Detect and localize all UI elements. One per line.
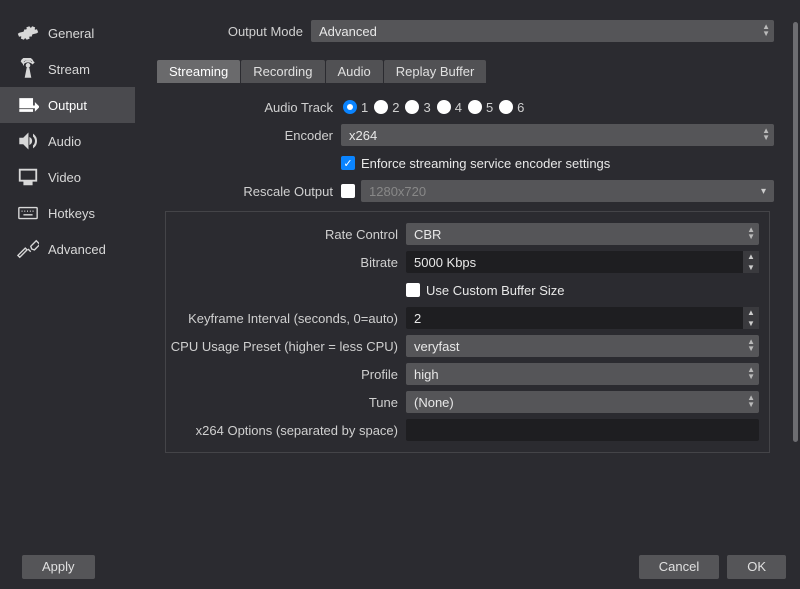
cpu-preset-label: CPU Usage Preset (higher = less CPU) [166,339,406,354]
profile-select[interactable]: high ▲▼ [406,363,759,385]
rate-control-label: Rate Control [166,227,406,242]
tab-streaming[interactable]: Streaming [157,60,240,83]
radio-track-1[interactable]: 1 [343,100,368,115]
enforce-checkbox[interactable] [341,156,355,170]
sidebar-item-label: Hotkeys [48,206,95,221]
sidebar-item-label: Video [48,170,81,185]
gear-icon [16,21,40,45]
tools-icon [16,237,40,261]
tab-recording[interactable]: Recording [241,60,324,83]
tab-audio[interactable]: Audio [326,60,383,83]
main-panel: Output Mode Advanced ▲▼ Streaming Record… [135,0,800,544]
bitrate-spinbox[interactable]: 5000 Kbps ▲▼ [406,251,759,273]
radio-track-2[interactable]: 2 [374,100,399,115]
encoder-label: Encoder [161,128,341,143]
output-mode-label: Output Mode [161,24,311,39]
radio-track-6[interactable]: 6 [499,100,524,115]
antenna-icon [16,57,40,81]
sidebar-item-stream[interactable]: Stream [0,51,135,87]
tab-replay-buffer[interactable]: Replay Buffer [384,60,487,83]
sidebar-item-video[interactable]: Video [0,159,135,195]
updown-icon: ▲▼ [747,394,755,408]
sidebar-item-label: Advanced [48,242,106,257]
audio-track-label: Audio Track [161,100,341,115]
rescale-select[interactable]: 1280x720 ▾ [361,180,774,202]
sidebar-item-label: Audio [48,134,81,149]
chevron-down-icon: ▾ [761,186,766,197]
sidebar-item-label: Stream [48,62,90,77]
tab-bar: Streaming Recording Audio Replay Buffer [157,60,778,83]
updown-icon: ▲▼ [762,23,770,37]
scrollbar[interactable] [793,22,798,442]
updown-icon: ▲▼ [747,366,755,380]
rate-control-select[interactable]: CBR ▲▼ [406,223,759,245]
sidebar-item-label: Output [48,98,87,113]
apply-button[interactable]: Apply [22,555,95,579]
output-mode-select[interactable]: Advanced ▲▼ [311,20,774,42]
spin-buttons[interactable]: ▲▼ [743,307,759,329]
radio-track-5[interactable]: 5 [468,100,493,115]
speaker-icon [16,129,40,153]
x264-opts-label: x264 Options (separated by space) [166,423,406,438]
sidebar-item-general[interactable]: General [0,15,135,51]
sidebar-item-audio[interactable]: Audio [0,123,135,159]
enforce-label: Enforce streaming service encoder settin… [361,156,610,171]
rescale-label: Rescale Output [161,184,341,199]
sidebar-item-output[interactable]: Output [0,87,135,123]
encoder-settings-panel: Rate Control CBR ▲▼ Bitrate 5000 Kbps ▲▼ [165,211,770,453]
updown-icon: ▲▼ [747,226,755,240]
x264-opts-input[interactable] [406,419,759,441]
audio-track-radios: 1 2 3 4 5 6 [341,100,774,115]
tune-label: Tune [166,395,406,410]
settings-sidebar: General Stream Output Audio Video Hotkey… [0,0,135,540]
sidebar-item-hotkeys[interactable]: Hotkeys [0,195,135,231]
updown-icon: ▲▼ [747,338,755,352]
cancel-button[interactable]: Cancel [639,555,719,579]
rescale-checkbox[interactable] [341,184,355,198]
bitrate-label: Bitrate [166,255,406,270]
ok-button[interactable]: OK [727,555,786,579]
encoder-select[interactable]: x264 ▲▼ [341,124,774,146]
output-mode-value: Advanced [319,24,377,39]
spin-buttons[interactable]: ▲▼ [743,251,759,273]
custom-buffer-label: Use Custom Buffer Size [426,283,564,298]
radio-track-3[interactable]: 3 [405,100,430,115]
keyframe-spinbox[interactable]: 2 ▲▼ [406,307,759,329]
updown-icon: ▲▼ [762,127,770,141]
sidebar-item-label: General [48,26,94,41]
custom-buffer-checkbox[interactable] [406,283,420,297]
radio-track-4[interactable]: 4 [437,100,462,115]
tune-select[interactable]: (None) ▲▼ [406,391,759,413]
footer-buttons: Apply Cancel OK [0,544,800,589]
cpu-preset-select[interactable]: veryfast ▲▼ [406,335,759,357]
profile-label: Profile [166,367,406,382]
keyboard-icon [16,201,40,225]
output-icon [16,93,40,117]
keyframe-label: Keyframe Interval (seconds, 0=auto) [166,311,406,326]
monitor-icon [16,165,40,189]
sidebar-item-advanced[interactable]: Advanced [0,231,135,267]
